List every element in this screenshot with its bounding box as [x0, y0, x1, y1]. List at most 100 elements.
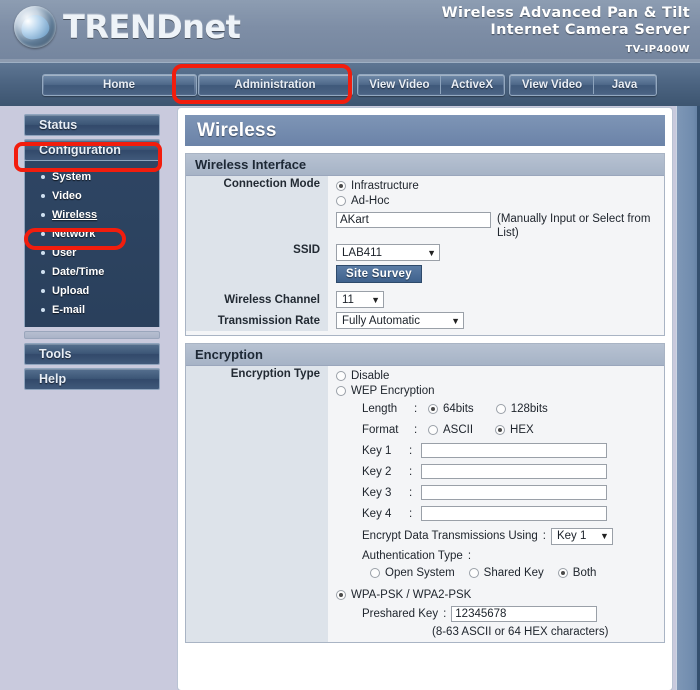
brand-net: net [182, 8, 241, 46]
product-title-line2: Internet Camera Server [490, 22, 690, 38]
radio-icon-wpa-psk[interactable] [336, 590, 346, 600]
radio-icon-hex[interactable] [495, 424, 506, 435]
wireless-interface-panel: Wireless Interface Connection Mode Infra… [185, 153, 665, 336]
brand-wordmark: TRENDnet [63, 8, 241, 46]
site-survey-button[interactable]: Site Survey [336, 265, 422, 283]
radio-icon-64bits[interactable] [428, 403, 438, 414]
brand-trend: TREND [63, 8, 183, 46]
sidebar-item-datetime[interactable]: Date/Time [25, 262, 159, 281]
encryption-panel: Encryption Encryption Type Disable WEP E… [185, 343, 665, 643]
sidebar-item-network[interactable]: Network [25, 224, 159, 243]
ssid-input[interactable] [336, 212, 491, 228]
right-edge-bar [676, 106, 700, 690]
connection-mode-label: Connection Mode [186, 176, 328, 210]
sidebar-item-user[interactable]: User [25, 243, 159, 262]
tab-group-java: View Video Java [509, 74, 657, 96]
radio-icon-adhoc[interactable] [336, 195, 346, 206]
sidebar-item-label: System [52, 170, 92, 183]
sidebar-subnav: System Video Wireless Network User Date/… [24, 161, 160, 327]
page-title: Wireless [185, 115, 665, 146]
radio-label-both: Both [572, 567, 597, 579]
trendnet-globe-logo-icon [14, 6, 56, 48]
camera-config-page: TRENDnet Wireless Advanced Pan & Tilt In… [0, 0, 700, 690]
encrypt-using-row: Encrypt Data Transmissions Using : Key 1… [336, 524, 660, 548]
wep-key4-row: Key 4 : [336, 503, 660, 524]
radio-label-128bits: 128bits [510, 402, 548, 415]
radio-disable[interactable]: Disable [336, 368, 660, 383]
sidebar-item-video[interactable]: Video [25, 186, 159, 205]
sidebar-item-email[interactable]: E-mail [25, 300, 159, 319]
main-content: Wireless Wireless Interface Connection M… [178, 108, 672, 690]
radio-label-ascii: ASCII [443, 423, 474, 436]
encryption-type-row: Encryption Type Disable WEP Encryption L… [186, 366, 664, 642]
radio-wpa-psk[interactable]: WPA-PSK / WPA2-PSK [336, 586, 660, 604]
preshared-key-hint: (8-63 ASCII or 64 HEX characters) [432, 626, 609, 638]
tab-home[interactable]: Home [44, 76, 194, 94]
tab-administration[interactable]: Administration [200, 76, 350, 94]
sidebar-item-tools[interactable]: Tools [24, 343, 160, 365]
radio-icon-open-system[interactable] [370, 568, 380, 578]
sidebar-item-help[interactable]: Help [24, 368, 160, 390]
ssid-select[interactable]: LAB411 ▼ [336, 244, 440, 261]
radio-icon-infrastructure[interactable] [336, 180, 346, 191]
sidebar-item-configuration[interactable]: Configuration [24, 139, 160, 161]
transmission-rate-row: Transmission Rate Fully Automatic ▼ [186, 310, 664, 335]
colon-separator: : [414, 402, 418, 415]
encryption-body: Encryption Type Disable WEP Encryption L… [186, 366, 664, 642]
colon-separator: : [409, 444, 413, 457]
radio-icon-disable[interactable] [336, 370, 346, 381]
radio-icon-wep[interactable] [336, 385, 346, 396]
radio-infrastructure[interactable]: Infrastructure [336, 178, 660, 193]
encrypt-using-value: Key 1 [556, 530, 587, 542]
encryption-type-field: Disable WEP Encryption Length : 64bits 1… [328, 366, 664, 642]
wep-length-row: Length : 64bits 128bits [336, 398, 660, 419]
radio-icon-ascii[interactable] [428, 424, 438, 435]
tab-activex[interactable]: ActiveX [439, 76, 503, 94]
colon-separator: : [467, 550, 472, 562]
sidebar-item-upload[interactable]: Upload [25, 281, 159, 300]
radio-label-open-system: Open System [385, 567, 455, 579]
radio-wep[interactable]: WEP Encryption [336, 383, 660, 398]
key1-input[interactable] [421, 443, 607, 458]
sidebar-item-wireless[interactable]: Wireless [25, 205, 159, 224]
sidebar-divider [24, 331, 160, 339]
sidebar-item-status[interactable]: Status [24, 114, 160, 136]
sidebar-item-system[interactable]: System [25, 167, 159, 186]
colon-separator: : [409, 486, 413, 499]
radio-adhoc[interactable]: Ad-Hoc [336, 193, 660, 208]
transmission-rate-field: Fully Automatic ▼ [328, 310, 664, 331]
preshared-key-input[interactable] [451, 606, 598, 622]
encrypt-using-select[interactable]: Key 1 ▼ [550, 527, 613, 545]
key4-input[interactable] [421, 506, 607, 521]
wireless-channel-select[interactable]: 11 ▼ [336, 291, 384, 308]
colon-separator: : [414, 423, 418, 436]
chevron-down-icon: ▼ [600, 531, 609, 541]
key1-label: Key 1 [362, 444, 392, 457]
ssid-row: SSID (Manually Input or Select from List… [186, 210, 664, 289]
bullet-icon [41, 288, 45, 293]
tab-view-video-activex[interactable]: View Video [359, 76, 440, 94]
bullet-icon [41, 307, 45, 312]
key2-input[interactable] [421, 464, 607, 479]
radio-icon-128bits[interactable] [495, 403, 506, 414]
radio-label-shared-key: Shared Key [483, 567, 544, 579]
sidebar-nav: Status Configuration System Video Wirele… [24, 114, 160, 393]
wep-length-label: Length [362, 402, 398, 415]
transmission-rate-select[interactable]: Fully Automatic ▼ [336, 312, 464, 329]
wireless-channel-label: Wireless Channel [186, 289, 328, 310]
tab-group-home: Home [42, 74, 197, 96]
tab-java[interactable]: Java [593, 76, 655, 94]
bullet-icon [41, 212, 45, 217]
bullet-icon [41, 231, 45, 236]
brand-logo: TRENDnet [14, 6, 241, 48]
radio-icon-both[interactable] [557, 568, 568, 578]
key2-label: Key 2 [362, 465, 392, 478]
page-header: TRENDnet Wireless Advanced Pan & Tilt In… [0, 0, 700, 62]
radio-icon-shared-key[interactable] [468, 568, 479, 578]
tab-view-video-java[interactable]: View Video [511, 76, 593, 94]
key3-input[interactable] [421, 485, 607, 500]
radio-label-hex: HEX [510, 423, 534, 436]
tab-group-activex: View Video ActiveX [357, 74, 505, 96]
radio-label-infrastructure: Infrastructure [351, 179, 419, 192]
sidebar-item-label: Wireless [52, 208, 98, 221]
